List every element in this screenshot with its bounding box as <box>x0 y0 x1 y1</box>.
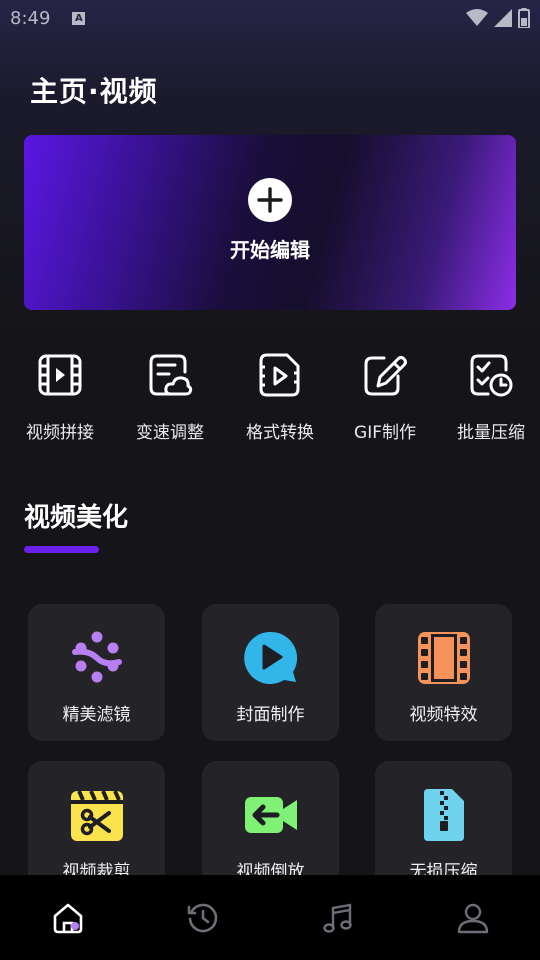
camera-reverse-icon <box>244 797 297 833</box>
tool-gif-make[interactable]: GIF制作 <box>335 345 435 443</box>
film-icon <box>417 632 470 684</box>
tool-label: 视频拼接 <box>26 423 94 443</box>
tool-speed-adjust[interactable]: 变速调整 <box>120 345 220 443</box>
status-bar: 8:49 A <box>0 0 540 36</box>
tool-label: 格式转换 <box>246 423 314 443</box>
section-underline <box>24 546 99 553</box>
video-file-icon <box>259 353 300 397</box>
bottom-nav <box>0 875 540 960</box>
section-title: 视频美化 <box>24 503 129 533</box>
play-bubble-icon <box>243 631 297 684</box>
tool-row: 视频拼接 变速调整 格式转换 GIF制作 批量压缩 <box>0 345 540 445</box>
card-label: 封面制作 <box>236 705 305 725</box>
user-icon <box>457 903 488 933</box>
start-edit-label: 开始编辑 <box>230 238 310 262</box>
tool-label: GIF制作 <box>354 423 416 443</box>
nav-history[interactable] <box>135 875 270 960</box>
film-strip-icon <box>38 354 82 396</box>
card-label: 视频特效 <box>409 705 478 725</box>
document-cloud-icon <box>149 354 193 396</box>
edit-pencil-icon <box>364 356 407 396</box>
a-icon: A <box>72 11 86 25</box>
home-icon <box>53 903 82 933</box>
page-title: 主页·视频 <box>30 75 158 108</box>
filter-dots-icon <box>71 631 122 683</box>
history-icon <box>187 903 217 932</box>
wifi-icon <box>466 9 488 26</box>
card-label: 精美滤镜 <box>62 705 131 725</box>
card-cover-make[interactable]: 封面制作 <box>202 604 339 741</box>
tool-label: 变速调整 <box>136 423 204 443</box>
status-time: 8:49 <box>10 7 51 29</box>
tool-video-join[interactable]: 视频拼接 <box>10 345 110 443</box>
tool-label: 批量压缩 <box>457 423 525 443</box>
tool-batch-compress[interactable]: 批量压缩 <box>441 345 540 443</box>
plus-icon <box>248 178 292 222</box>
nav-music[interactable] <box>270 875 405 960</box>
nav-home[interactable] <box>0 875 135 960</box>
start-edit-banner[interactable]: 开始编辑 <box>24 135 516 310</box>
tool-format-convert[interactable]: 格式转换 <box>230 345 330 443</box>
music-icon <box>322 903 352 933</box>
nav-profile[interactable] <box>405 875 540 960</box>
zip-file-icon <box>423 789 464 841</box>
card-filters[interactable]: 精美滤镜 <box>28 604 165 741</box>
clapper-scissors-icon <box>70 790 123 841</box>
card-video-effects[interactable]: 视频特效 <box>375 604 512 741</box>
battery-icon <box>518 8 530 28</box>
checklist-clock-icon <box>470 354 513 397</box>
signal-icon <box>494 9 512 27</box>
